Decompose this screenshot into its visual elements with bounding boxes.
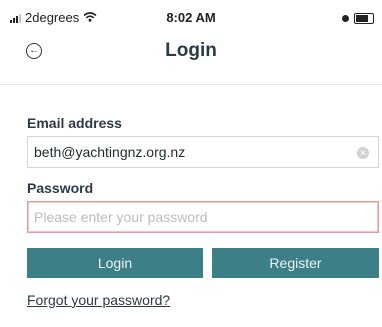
password-field[interactable]: Please enter your password — [27, 201, 379, 233]
email-label: Email address — [27, 115, 122, 131]
forgot-password-link[interactable]: Forgot your password? — [27, 292, 170, 308]
password-label: Password — [27, 180, 94, 196]
password-placeholder: Please enter your password — [34, 209, 208, 225]
clear-icon[interactable]: ✕ — [357, 147, 369, 159]
nav-bar: ← Login — [0, 34, 382, 72]
battery-icon — [354, 13, 374, 24]
header-divider — [0, 84, 382, 85]
register-button[interactable]: Register — [212, 248, 379, 278]
status-bar: 2degrees 8:02 AM — [0, 0, 382, 34]
email-value: beth@yachtingnz.org.nz — [34, 144, 186, 160]
login-button[interactable]: Login — [27, 248, 203, 278]
page-title: Login — [165, 40, 217, 61]
email-field[interactable]: beth@yachtingnz.org.nz ✕ — [27, 136, 379, 168]
status-time: 8:02 AM — [166, 10, 216, 25]
alarm-icon — [341, 11, 350, 26]
status-indicators — [341, 11, 374, 26]
